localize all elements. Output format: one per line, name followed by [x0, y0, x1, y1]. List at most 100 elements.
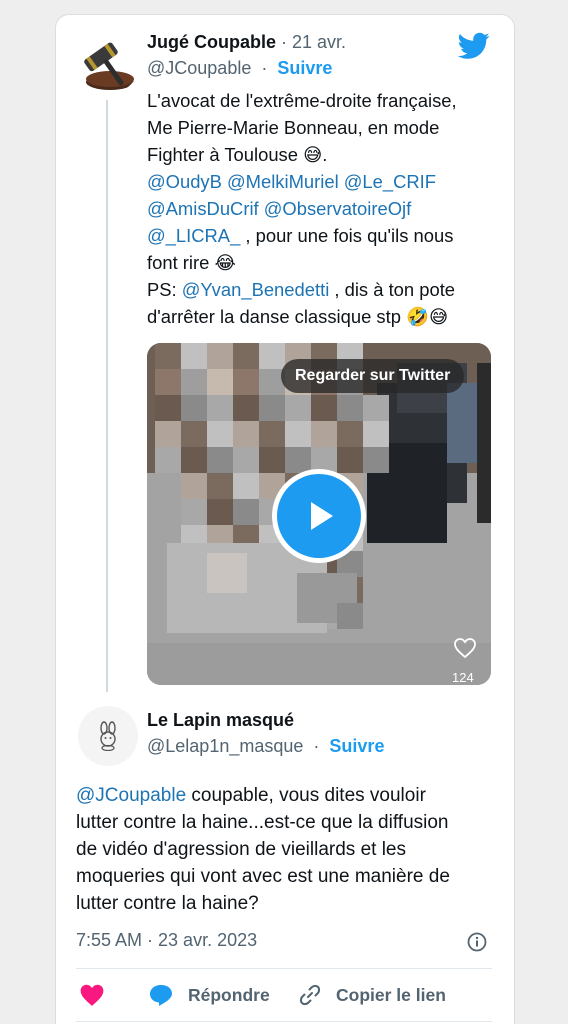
thumb-pixel: [259, 343, 285, 369]
reply-author-handle[interactable]: @Lelap1n_masque: [147, 736, 303, 756]
reply-button[interactable]: Répondre: [148, 983, 270, 1007]
thumb-pixel: [233, 421, 259, 447]
thread-line: [106, 100, 108, 692]
gavel-avatar[interactable]: [76, 30, 140, 94]
thumb-pixel: [181, 447, 207, 473]
reply-button-label: Répondre: [188, 984, 270, 1005]
author-name[interactable]: Jugé Coupable: [147, 32, 276, 53]
thumb-pixel: [181, 343, 207, 369]
reply-handle-row: @Lelap1n_masque · Suivre: [147, 736, 384, 757]
divider: [76, 1021, 492, 1022]
info-icon[interactable]: [466, 931, 488, 953]
heart-outline-icon[interactable]: [453, 637, 477, 659]
separator: ·: [281, 32, 288, 52]
thumb-pixel: [285, 421, 311, 447]
text-segment: d'arrêter la danse classique stp 🤣😅: [147, 306, 449, 327]
thumb-pixel: [207, 553, 247, 593]
mention-link[interactable]: @_LICRA_: [147, 225, 240, 246]
thumb-pixel: [155, 447, 181, 473]
thumb-pixel: [181, 473, 207, 499]
thumb-pixel: [207, 369, 233, 395]
thumb-pixel: [233, 447, 259, 473]
thumb-pixel: [207, 473, 233, 499]
text-segment: Me Pierre-Marie Bonneau, en mode: [147, 117, 440, 138]
reply-author-row: Le Lapin masqué: [147, 710, 294, 731]
play-button[interactable]: [272, 469, 366, 563]
mention-link[interactable]: @Yvan_Benedetti: [182, 279, 330, 300]
heart-icon: [80, 984, 104, 1006]
text-segment: moqueries qui vont avec est une manière …: [76, 866, 450, 887]
text-segment: lutter contre la haine...est-ce que la d…: [76, 812, 449, 833]
copy-link-button[interactable]: Copier le lien: [298, 983, 446, 1007]
thumb-pixel: [155, 395, 181, 421]
copy-link-label: Copier le lien: [336, 984, 446, 1005]
tweet-handle-row: @JCoupable · Suivre: [147, 58, 332, 79]
reply-text: @JCoupable coupable, vous dites vouloir l…: [76, 782, 496, 917]
bunny-avatar[interactable]: [78, 706, 138, 766]
thumb-pixel: [155, 369, 181, 395]
text-line: @JCoupable coupable, vous dites vouloir: [76, 782, 496, 809]
thumb-pixel: [363, 421, 389, 447]
link-icon: [299, 984, 321, 1006]
text-segment: font rire 😂: [147, 252, 236, 273]
thumb-pixel: [337, 447, 363, 473]
author-handle[interactable]: @JCoupable: [147, 58, 251, 78]
text-line: @AmisDuCrif @ObservatoireOjf: [147, 195, 497, 222]
text-line: lutter contre la haine...est-ce que la d…: [76, 809, 496, 836]
text-segment: de vidéo d'agression de vieillards et le…: [76, 839, 406, 860]
thumb-pixel: [233, 395, 259, 421]
thumb-pixel: [285, 395, 311, 421]
separator: ·: [261, 58, 268, 78]
text-line: Fighter à Toulouse 😅.: [147, 141, 497, 168]
tweet-date[interactable]: 21 avr.: [292, 32, 346, 53]
mention-link[interactable]: @AmisDuCrif @ObservatoireOjf: [147, 198, 411, 219]
thumb-pixel: [207, 499, 233, 525]
thumb-pixel: [181, 421, 207, 447]
text-line: @_LICRA_ , pour une fois qu'ils nous: [147, 222, 497, 249]
divider: [76, 968, 492, 969]
thumb-pixel: [363, 395, 389, 421]
thumb-pixel: [233, 369, 259, 395]
thumb-pixel: [155, 421, 181, 447]
thumb-pixel: [207, 343, 233, 369]
mention-link[interactable]: @JCoupable: [76, 785, 186, 806]
thumb-pixel: [311, 395, 337, 421]
thumb-pixel: [259, 395, 285, 421]
text-segment: L'avocat de l'extrême-droite française,: [147, 90, 457, 111]
thumb-pixel: [363, 447, 389, 473]
text-line: L'avocat de l'extrême-droite française,: [147, 87, 497, 114]
text-line: lutter contre la haine?: [76, 890, 496, 917]
reply-follow-button[interactable]: Suivre: [329, 736, 384, 756]
thumb-pixel: [337, 395, 363, 421]
text-segment: lutter contre la haine?: [76, 893, 259, 914]
thumb-floor: [147, 643, 491, 685]
watch-on-twitter-button[interactable]: Regarder sur Twitter: [281, 359, 465, 393]
thumb-pixel: [207, 447, 233, 473]
text-segment: coupable, vous dites vouloir: [186, 785, 426, 806]
tweet-text: L'avocat de l'extrême-droite française, M…: [147, 87, 497, 330]
follow-button[interactable]: Suivre: [277, 58, 332, 78]
thumb-pixel: [311, 421, 337, 447]
separator: ·: [313, 736, 320, 756]
play-icon: [311, 502, 333, 530]
text-segment: PS:: [147, 279, 182, 300]
text-segment: , dis à ton pote: [329, 279, 456, 300]
text-line: font rire 😂: [147, 249, 497, 276]
reply-timestamp[interactable]: 7:55 AM · 23 avr. 2023: [76, 930, 257, 951]
text-line: moqueries qui vont avec est une manière …: [76, 863, 496, 890]
thumb-pixel: [259, 421, 285, 447]
reply-author-name[interactable]: Le Lapin masqué: [147, 710, 294, 731]
thumb-pixel: [155, 343, 181, 369]
like-button[interactable]: [79, 983, 119, 1007]
thumb-pixel: [337, 421, 363, 447]
mention-link[interactable]: @OudyB @MelkiMuriel @Le_CRIF: [147, 171, 436, 192]
twitter-bird-icon[interactable]: [458, 32, 490, 60]
thumb-pixel: [207, 395, 233, 421]
thumb-pixel: [233, 499, 259, 525]
thumb-edge: [477, 363, 491, 523]
tweet-author-row: Jugé Coupable · 21 avr.: [147, 32, 346, 53]
thumb-pixel: [285, 447, 311, 473]
text-line: @OudyB @MelkiMuriel @Le_CRIF: [147, 168, 497, 195]
thumb-pixel: [181, 499, 207, 525]
text-line: PS: @Yvan_Benedetti , dis à ton pote: [147, 276, 497, 303]
